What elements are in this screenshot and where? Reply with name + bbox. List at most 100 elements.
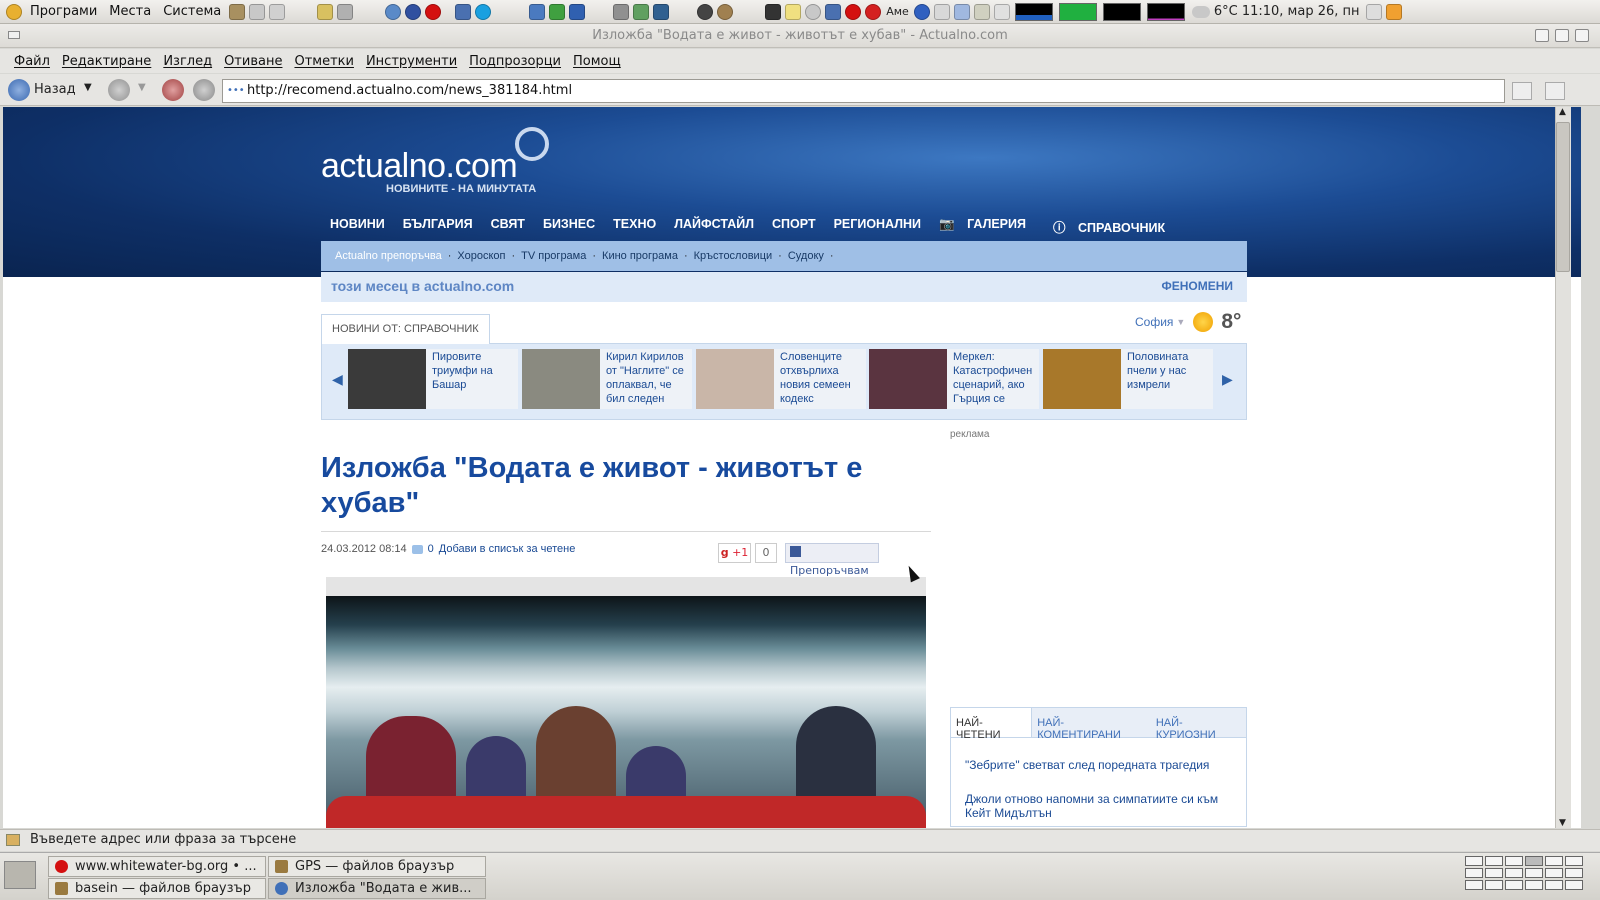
memory-graph[interactable]	[1058, 2, 1097, 21]
weather-widget[interactable]: София ▼ 8°	[1135, 310, 1241, 334]
menu-help[interactable]: Помощ	[567, 54, 627, 69]
calc-icon[interactable]	[549, 3, 566, 20]
nav-business[interactable]: БИЗНЕС	[534, 217, 604, 236]
menu-programs[interactable]: Програми	[24, 4, 103, 19]
workspace[interactable]	[1485, 880, 1503, 890]
forward-history-icon[interactable]: ▼	[138, 82, 146, 93]
menu-system[interactable]: Система	[157, 4, 227, 19]
launcher-icon[interactable]	[455, 3, 472, 20]
launcher-icon[interactable]	[229, 3, 246, 20]
mail-icon[interactable]	[785, 3, 802, 20]
workspace[interactable]	[1525, 868, 1543, 878]
nav-gallery[interactable]: 📷 ГАЛЕРИЯ	[930, 217, 1044, 236]
subnav-tv[interactable]: TV програма	[515, 250, 592, 262]
address-bar[interactable]: ••• http://recomend.actualno.com/news_38…	[222, 79, 1505, 103]
taskbar-item-active[interactable]: Изложба "Водата е жив...	[268, 878, 486, 899]
tab-most-commented[interactable]: НАЙ-КОМЕНТИРАНИ	[1032, 708, 1151, 741]
bluetooth-icon[interactable]	[913, 3, 930, 20]
nav-sport[interactable]: СПОРТ	[763, 217, 825, 236]
facebook-recommend-button[interactable]: Препоръчвам	[785, 543, 879, 577]
launcher-icon[interactable]	[633, 3, 650, 20]
nav-world[interactable]: СВЯТ	[482, 217, 534, 236]
news-tab[interactable]: НОВИНИ ОТ: СПРАВОЧНИК	[321, 314, 490, 344]
weather-icon[interactable]	[1191, 5, 1210, 18]
scroll-up-icon[interactable]: ▲	[1559, 107, 1566, 117]
tab-most-read[interactable]: НАЙ-ЧЕТЕНИ	[951, 708, 1033, 741]
tray-icon[interactable]	[825, 3, 842, 20]
back-icon[interactable]	[8, 79, 30, 101]
clock-tray-icon[interactable]	[805, 3, 822, 20]
carousel-item[interactable]: Меркел: Катастрофичен сценарий, ако Гърц…	[869, 349, 1039, 409]
menu-tools[interactable]: Инструменти	[360, 54, 463, 69]
launcher-icon[interactable]	[653, 3, 670, 20]
gplus-button[interactable]: g +1	[718, 543, 751, 563]
taskbar-item[interactable]: GPS — файлов браузър	[268, 856, 486, 877]
writer-icon[interactable]	[529, 3, 546, 20]
tray-icon[interactable]	[993, 3, 1010, 20]
workspace[interactable]	[1525, 856, 1543, 866]
back-button[interactable]: Назад	[34, 82, 76, 97]
workspace[interactable]	[1545, 868, 1563, 878]
minimize-button[interactable]	[1535, 29, 1549, 42]
workspace[interactable]	[1565, 856, 1583, 866]
nav-bulgaria[interactable]: БЪЛГАРИЯ	[394, 217, 482, 236]
article-photo[interactable]	[326, 596, 926, 828]
alert-icon[interactable]	[865, 3, 882, 20]
workspace[interactable]	[1505, 868, 1523, 878]
toolbar-minimize-icon[interactable]	[1512, 82, 1532, 100]
opera-tray-icon[interactable]	[845, 3, 862, 20]
launcher-icon[interactable]	[613, 3, 630, 20]
window-titlebar[interactable]: Изложба "Водата е живот - животът е хуба…	[0, 24, 1600, 48]
subnav-horoscope[interactable]: Хороскоп	[451, 250, 511, 262]
comment-count[interactable]: 0	[428, 543, 434, 555]
site-logo[interactable]: actualno.com	[321, 147, 518, 186]
launcher-icon[interactable]	[269, 3, 286, 20]
launcher-icon[interactable]	[697, 3, 714, 20]
maximize-button[interactable]	[1555, 29, 1569, 42]
reading-list-link[interactable]: Добави в списък за четене	[439, 543, 576, 555]
forward-icon[interactable]	[108, 79, 130, 101]
menu-go[interactable]: Отиване	[218, 54, 288, 69]
launcher-icon[interactable]	[717, 3, 734, 20]
weather-city[interactable]: София	[1135, 315, 1173, 329]
subnav-cinema[interactable]: Кино програма	[596, 250, 684, 262]
menu-bookmarks[interactable]: Отметки	[288, 54, 359, 69]
menu-file[interactable]: Файл	[8, 54, 56, 69]
menu-panels[interactable]: Подпрозорци	[463, 54, 567, 69]
popular-item[interactable]: Джоли отново напомни за симпатиите си къ…	[951, 792, 1246, 820]
carousel-prev-icon[interactable]: ◀	[332, 372, 343, 388]
workspace[interactable]	[1525, 880, 1543, 890]
launcher-icon[interactable]	[337, 3, 354, 20]
stop-icon[interactable]	[162, 79, 184, 101]
launcher-icon[interactable]	[249, 3, 266, 20]
volume-icon[interactable]	[1365, 3, 1382, 20]
menu-view[interactable]: Изглед	[157, 54, 218, 69]
workspace[interactable]	[1505, 856, 1523, 866]
launcher-icon[interactable]	[405, 3, 422, 20]
workspace[interactable]	[1485, 856, 1503, 866]
workspace[interactable]	[1545, 856, 1563, 866]
cpu-graph[interactable]	[1014, 2, 1053, 21]
gnome-foot-icon[interactable]	[6, 3, 22, 20]
launcher-icon[interactable]	[385, 3, 402, 20]
reload-icon[interactable]	[193, 79, 215, 101]
update-icon[interactable]	[1385, 3, 1402, 20]
carousel-next-icon[interactable]: ▶	[1222, 372, 1233, 388]
show-desktop-icon[interactable]	[4, 861, 36, 889]
carousel-item[interactable]: Половината пчели у нас измрели	[1043, 349, 1213, 409]
power-icon[interactable]	[973, 3, 990, 20]
opera-icon[interactable]	[425, 3, 442, 20]
workspace-switcher[interactable]	[1464, 855, 1596, 891]
city-dropdown-icon[interactable]: ▼	[1176, 317, 1185, 327]
workspace[interactable]	[1505, 880, 1523, 890]
carousel-item[interactable]: Словенците отхвърлиха новия семеен кодек…	[696, 349, 866, 409]
taskbar-item[interactable]: www.whitewater-bg.org • ...	[48, 856, 266, 877]
nav-lifestyle[interactable]: ЛАЙФСТАЙЛ	[665, 217, 763, 236]
menu-places[interactable]: Места	[103, 4, 157, 19]
nav-tech[interactable]: ТЕХНО	[604, 217, 665, 236]
launcher-icon[interactable]	[317, 3, 334, 20]
menu-edit[interactable]: Редактиране	[56, 54, 157, 69]
subnav-crosswords[interactable]: Кръстословици	[688, 250, 779, 262]
panel-clock[interactable]: 6°C 11:10, мар 26, пн	[1214, 4, 1360, 19]
launcher-icon[interactable]	[569, 3, 586, 20]
